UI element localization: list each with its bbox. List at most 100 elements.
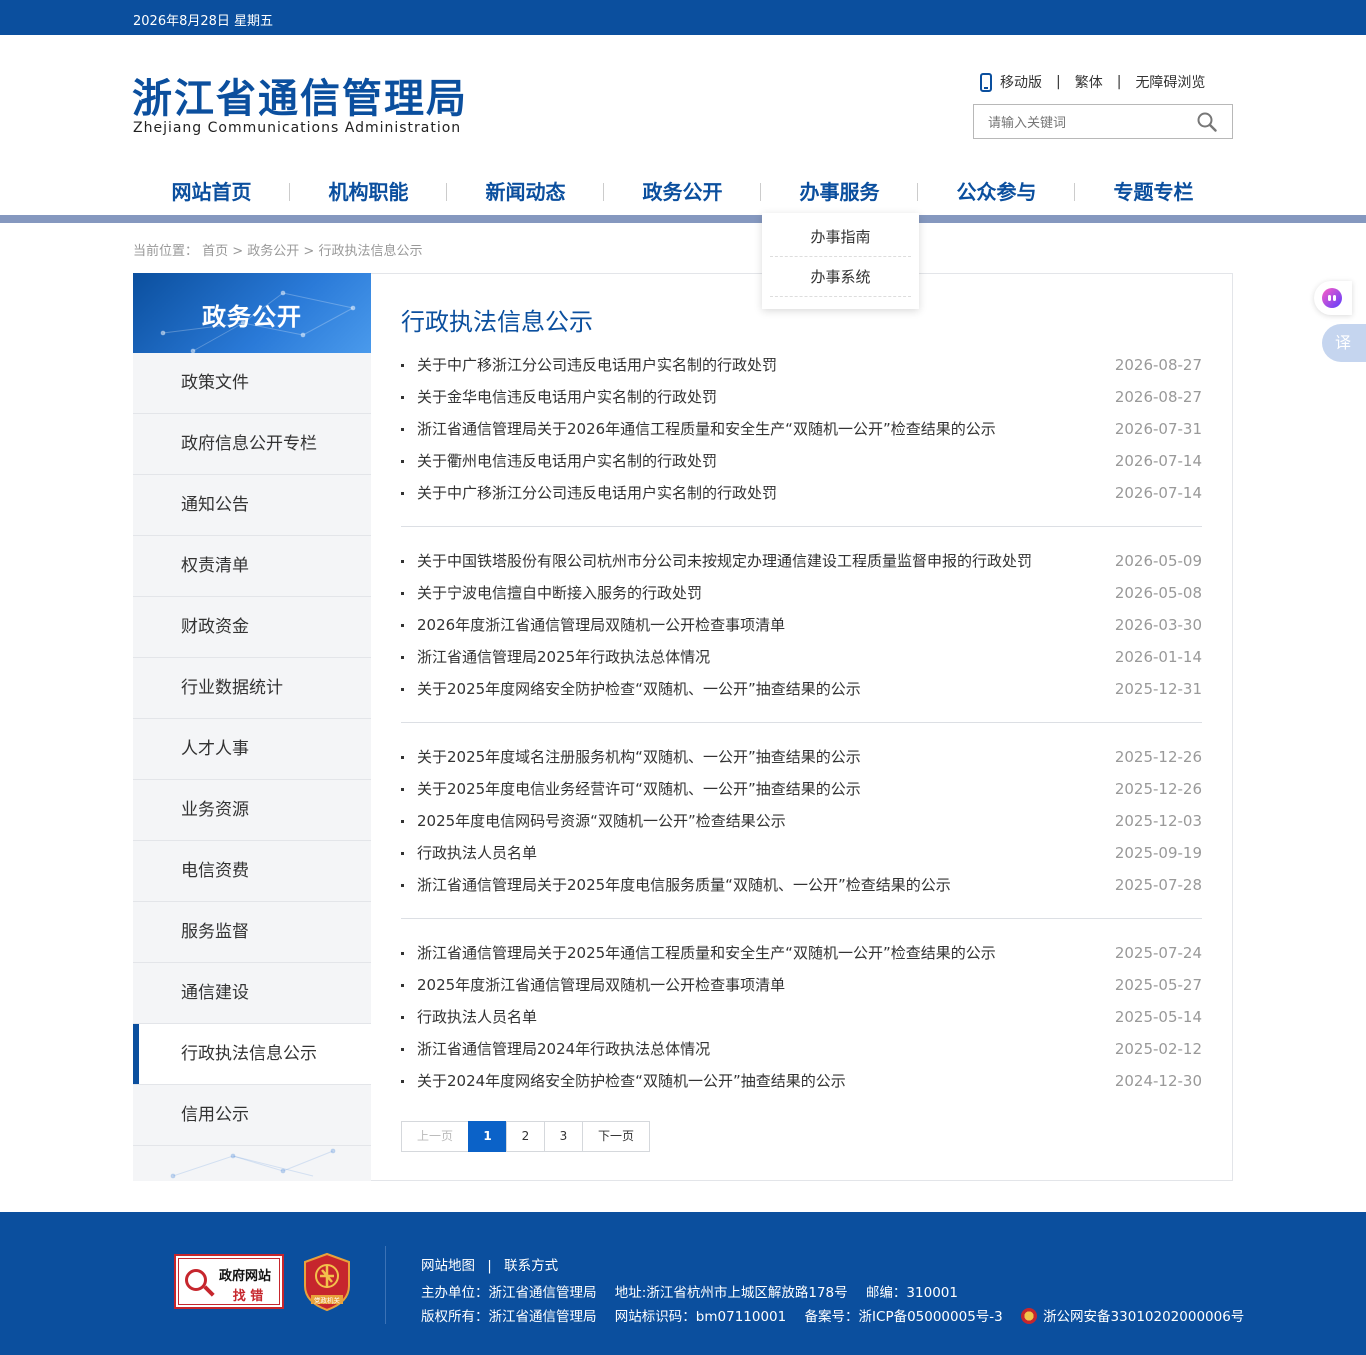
- list-item-title[interactable]: 关于宁波电信擅自中断接入服务的行政处罚: [417, 577, 702, 609]
- list-item-title[interactable]: 关于2025年度电信业务经营许可“双随机、一公开”抽查结果的公示: [417, 773, 861, 805]
- next-page-button[interactable]: 下一页: [582, 1121, 650, 1152]
- list-item-title[interactable]: 浙江省通信管理局关于2025年通信工程质量和安全生产“双随机一公开”检查结果的公…: [417, 937, 996, 969]
- footer-police-record[interactable]: 浙公网安备33010202000006号: [1043, 1309, 1244, 1325]
- list-item[interactable]: 关于2024年度网络安全防护检查“双随机一公开”抽查结果的公示 2024-12-3…: [401, 1065, 1202, 1097]
- badge-find-line2: 找 错: [219, 1285, 277, 1304]
- dropdown-item-guide[interactable]: 办事指南: [770, 217, 911, 257]
- quick-links: 移动版 | 繁体 | 无障碍浏览: [980, 72, 1205, 92]
- list-item-date: 2025-12-03: [1114, 812, 1202, 830]
- list-item[interactable]: 关于衢州电信违反电话用户实名制的行政处罚 2026-07-14: [401, 445, 1202, 477]
- footer-zip: 邮编：310001: [865, 1285, 958, 1301]
- list-item-title[interactable]: 浙江省通信管理局2024年行政执法总体情况: [417, 1033, 710, 1065]
- list-item[interactable]: 关于中广移浙江分公司违反电话用户实名制的行政处罚 2026-08-27: [401, 349, 1202, 381]
- list-item[interactable]: 2025年度浙江省通信管理局双随机一公开检查事项清单 2025-05-27: [401, 969, 1202, 1001]
- sidebar-item-responsibility-list[interactable]: 权责清单: [133, 536, 371, 597]
- list-item[interactable]: 浙江省通信管理局关于2026年通信工程质量和安全生产“双随机一公开”检查结果的公…: [401, 413, 1202, 445]
- list-item[interactable]: 关于2025年度电信业务经营许可“双随机、一公开”抽查结果的公示 2025-12-…: [401, 773, 1202, 805]
- link-separator: |: [487, 1258, 492, 1274]
- sidebar-item-credit[interactable]: 信用公示: [133, 1085, 371, 1146]
- list-item-title[interactable]: 2026年度浙江省通信管理局双随机一公开检查事项清单: [417, 609, 785, 641]
- nav-item-special-topics[interactable]: 专题专栏: [1075, 172, 1232, 212]
- list-item-title[interactable]: 关于中广移浙江分公司违反电话用户实名制的行政处罚: [417, 349, 777, 381]
- list-item[interactable]: 关于宁波电信擅自中断接入服务的行政处罚 2026-05-08: [401, 577, 1202, 609]
- mobile-version-link[interactable]: 移动版: [1000, 72, 1042, 92]
- list-item[interactable]: 2025年度电信网码号资源“双随机一公开”检查结果公示 2025-12-03: [401, 805, 1202, 837]
- traditional-chinese-link[interactable]: 繁体: [1075, 72, 1103, 92]
- search-input[interactable]: [988, 114, 1188, 132]
- sidebar-item-policy-documents[interactable]: 政策文件: [133, 353, 371, 414]
- sidebar-item-statistics[interactable]: 行业数据统计: [133, 658, 371, 719]
- services-dropdown: 办事指南 办事系统: [762, 213, 919, 309]
- nav-item-news[interactable]: 新闻动态: [447, 172, 604, 212]
- list-item-date: 2025-12-26: [1114, 748, 1202, 766]
- footer-icp[interactable]: 备案号：浙ICP备05000005号-3: [805, 1309, 1003, 1325]
- sidebar-item-business-resources[interactable]: 业务资源: [133, 780, 371, 841]
- list-item-title[interactable]: 关于中国铁塔股份有限公司杭州市分公司未按规定办理通信建设工程质量监督申报的行政处…: [417, 545, 1032, 577]
- list-item-title[interactable]: 2025年度电信网码号资源“双随机一公开”检查结果公示: [417, 805, 786, 837]
- page-title: 行政执法信息公示: [401, 308, 593, 336]
- page-button-1[interactable]: 1: [468, 1121, 507, 1152]
- accessible-browse-link[interactable]: 无障碍浏览: [1135, 72, 1205, 92]
- list-item-date: 2025-09-19: [1114, 844, 1202, 862]
- sidebar-item-notices[interactable]: 通知公告: [133, 475, 371, 536]
- list-item[interactable]: 行政执法人员名单 2025-09-19: [401, 837, 1202, 869]
- breadcrumb[interactable]: 当前位置： 首页 > 政务公开 > 行政执法信息公示: [133, 240, 422, 259]
- link-separator: |: [1116, 74, 1122, 90]
- list-item-title[interactable]: 关于2025年度网络安全防护检查“双随机、一公开”抽查结果的公示: [417, 673, 861, 705]
- party-government-badge-icon[interactable]: 党政机关: [302, 1252, 352, 1312]
- list-item-title[interactable]: 浙江省通信管理局关于2025年度电信服务质量“双随机、一公开”检查结果的公示: [417, 869, 951, 901]
- list-item[interactable]: 关于金华电信违反电话用户实名制的行政处罚 2026-08-27: [401, 381, 1202, 413]
- nav-item-home[interactable]: 网站首页: [133, 172, 290, 212]
- nav-item-government-affairs[interactable]: 政务公开: [604, 172, 761, 212]
- gov-website-error-report-badge[interactable]: 政府网站 找 错: [174, 1254, 284, 1309]
- sitemap-link[interactable]: 网站地图: [421, 1258, 475, 1274]
- list-item-title[interactable]: 关于2025年度域名注册服务机构“双随机、一公开”抽查结果的公示: [417, 741, 861, 773]
- list-item[interactable]: 浙江省通信管理局2025年行政执法总体情况 2026-01-14: [401, 641, 1202, 673]
- list-item-title[interactable]: 2025年度浙江省通信管理局双随机一公开检查事项清单: [417, 969, 785, 1001]
- page-button-2[interactable]: 2: [506, 1121, 545, 1152]
- list-item-title[interactable]: 关于2024年度网络安全防护检查“双随机一公开”抽查结果的公示: [417, 1065, 846, 1097]
- ai-assistant-button[interactable]: [1314, 281, 1352, 315]
- list-item[interactable]: 行政执法人员名单 2025-05-14: [401, 1001, 1202, 1033]
- sidebar-item-telecom-fees[interactable]: 电信资费: [133, 841, 371, 902]
- list-item-title[interactable]: 关于衢州电信违反电话用户实名制的行政处罚: [417, 445, 717, 477]
- list-item-title[interactable]: 浙江省通信管理局关于2026年通信工程质量和安全生产“双随机一公开”检查结果的公…: [417, 413, 996, 445]
- nav-item-services[interactable]: 办事服务: [761, 172, 918, 212]
- site-logo-title[interactable]: 浙江省通信管理局: [132, 66, 468, 124]
- search-icon[interactable]: [1196, 111, 1218, 133]
- sidebar-item-service-supervision[interactable]: 服务监督: [133, 902, 371, 963]
- sidebar-item-info-disclosure[interactable]: 政府信息公开专栏: [133, 414, 371, 475]
- footer-host: 主办单位：浙江省通信管理局: [421, 1285, 597, 1301]
- list-item-title[interactable]: 关于金华电信违反电话用户实名制的行政处罚: [417, 381, 717, 413]
- sidebar-item-personnel[interactable]: 人才人事: [133, 719, 371, 780]
- list-item[interactable]: 2026年度浙江省通信管理局双随机一公开检查事项清单 2026-03-30: [401, 609, 1202, 641]
- magnifier-handle: [203, 1285, 215, 1297]
- list-item-title[interactable]: 浙江省通信管理局2025年行政执法总体情况: [417, 641, 710, 673]
- contact-link[interactable]: 联系方式: [504, 1258, 558, 1274]
- translate-button[interactable]: 译: [1322, 324, 1366, 362]
- list-item-title[interactable]: 行政执法人员名单: [417, 837, 537, 869]
- sidebar-item-finance[interactable]: 财政资金: [133, 597, 371, 658]
- content-panel: 行政执法信息公示 关于中广移浙江分公司违反电话用户实名制的行政处罚 2026-08…: [371, 273, 1233, 1181]
- news-list-group: 浙江省通信管理局关于2025年通信工程质量和安全生产“双随机一公开”检查结果的公…: [401, 937, 1202, 1097]
- dropdown-item-system[interactable]: 办事系统: [770, 257, 911, 297]
- list-item[interactable]: 关于2025年度网络安全防护检查“双随机、一公开”抽查结果的公示 2025-12-…: [401, 673, 1202, 705]
- page-button-3[interactable]: 3: [544, 1121, 583, 1152]
- list-item-date: 2026-07-14: [1114, 452, 1202, 470]
- list-item[interactable]: 浙江省通信管理局2024年行政执法总体情况 2025-02-12: [401, 1033, 1202, 1065]
- list-item[interactable]: 关于中国铁塔股份有限公司杭州市分公司未按规定办理通信建设工程质量监督申报的行政处…: [401, 545, 1202, 577]
- sidebar-item-enforcement[interactable]: 行政执法信息公示: [133, 1024, 371, 1085]
- list-item[interactable]: 关于中广移浙江分公司违反电话用户实名制的行政处罚 2026-07-14: [401, 477, 1202, 509]
- list-item-title[interactable]: 行政执法人员名单: [417, 1001, 537, 1033]
- list-item[interactable]: 关于2025年度域名注册服务机构“双随机、一公开”抽查结果的公示 2025-12-…: [401, 741, 1202, 773]
- list-item[interactable]: 浙江省通信管理局关于2025年通信工程质量和安全生产“双随机一公开”检查结果的公…: [401, 937, 1202, 969]
- nav-item-organization[interactable]: 机构职能: [290, 172, 447, 212]
- list-item-date: 2025-07-28: [1114, 876, 1202, 894]
- list-item[interactable]: 浙江省通信管理局关于2025年度电信服务质量“双随机、一公开”检查结果的公示 20…: [401, 869, 1202, 901]
- ai-assistant-icon: [1322, 288, 1342, 308]
- footer-site-id: 网站标识码：bm07110001: [614, 1309, 787, 1325]
- nav-item-public-participation[interactable]: 公众参与: [918, 172, 1075, 212]
- prev-page-button[interactable]: 上一页: [401, 1121, 469, 1152]
- sidebar-item-construction[interactable]: 通信建设: [133, 963, 371, 1024]
- list-item-title[interactable]: 关于中广移浙江分公司违反电话用户实名制的行政处罚: [417, 477, 777, 509]
